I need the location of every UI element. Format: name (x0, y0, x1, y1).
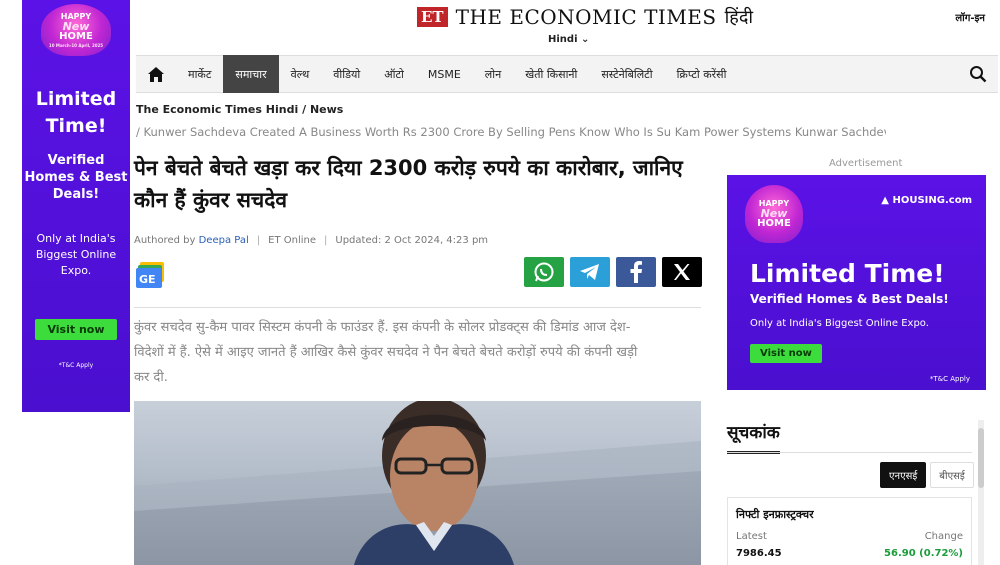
badge-line-2: New (62, 19, 90, 33)
indices-title: सूचकांक (727, 420, 780, 454)
home-button[interactable] (136, 56, 176, 92)
authored-by-label: Authored by (134, 235, 196, 246)
indices-scrollbar[interactable] (978, 420, 984, 565)
byline-divider: | (256, 235, 261, 246)
ad-expo-text: Only at India's Biggest Online Expo. (750, 318, 929, 329)
breadcrumb-slug: Kunwer Sachdeva Created A Business Worth… (143, 125, 886, 139)
chevron-down-icon: ⌄ (581, 34, 590, 45)
happy-new-home-logo: HAPPY New HOME 10 March-10 April, 2025 (41, 4, 111, 56)
facebook-share-button[interactable] (616, 257, 656, 287)
edition-selector[interactable]: Hindi ⌄ (548, 34, 589, 45)
nav-item-farming[interactable]: खेती किसानी (513, 55, 589, 93)
ad-subline: Verified Homes & Best Deals! (750, 292, 949, 306)
logo-wordmark: THE ECONOMIC TIMES (455, 5, 717, 29)
share-buttons (524, 257, 702, 287)
article-photo (134, 401, 701, 565)
indices-exchange-tabs: एनएसई बीएसई (880, 462, 974, 488)
breadcrumb: The Economic Times Hindi / News (136, 103, 343, 116)
housing-brand-name: HOUSING.com (892, 195, 972, 206)
login-link[interactable]: लॉग-इन (955, 10, 985, 24)
article-byline: Authored by Deepa Pal | ET Online | Upda… (134, 235, 488, 246)
nav-item-auto[interactable]: ऑटो (372, 55, 416, 93)
breadcrumb-section[interactable]: News (310, 103, 343, 116)
index-card[interactable]: निफ्टी इनफ्रास्ट्रक्चर Latest Change 798… (727, 497, 972, 565)
facebook-icon (630, 261, 642, 283)
tab-bse[interactable]: बीएसई (930, 462, 974, 488)
change-value: 56.90 (0.72%) (884, 548, 963, 559)
nav-item-sustainability[interactable]: सस्टेनेबिलिटी (589, 55, 664, 93)
ad-headline: Limited Time! (35, 88, 117, 137)
telegram-icon (580, 264, 599, 280)
nav-item-news[interactable]: समाचार (223, 55, 279, 93)
article-updated: Updated: 2 Oct 2024, 4:23 pm (335, 235, 489, 246)
breadcrumb-separator: / (302, 103, 307, 116)
svg-text:GE: GE (139, 273, 156, 286)
housing-icon: ▲ (881, 195, 889, 206)
article-photo-portrait (134, 401, 701, 565)
google-news-icon[interactable]: GE (136, 262, 168, 288)
breadcrumb-site[interactable]: The Economic Times Hindi (136, 103, 298, 116)
x-share-button[interactable] (662, 257, 702, 287)
advertisement-label: Advertisement (829, 158, 903, 169)
badge-dates: 10 March-10 April, 2025 (48, 42, 104, 48)
search-button[interactable] (958, 56, 998, 92)
edition-label: Hindi (548, 34, 578, 45)
badge-line-2: New (760, 206, 788, 220)
latest-label: Latest (736, 531, 767, 542)
article-headline: पेन बेचते बेचते खड़ा कर दिया 2300 करोड़ … (134, 156, 683, 212)
author-link[interactable]: Deepa Pal (199, 235, 249, 246)
ad-expo-text: Only at India's Biggest Online Expo. (35, 232, 117, 277)
ad-headline: Limited Time! (750, 259, 945, 288)
nav-item-loan[interactable]: लोन (473, 55, 513, 93)
search-icon (970, 66, 987, 83)
nav-item-video[interactable]: वीडियो (321, 55, 372, 93)
change-label: Change (924, 531, 963, 542)
ad-subline: Verified Homes & Best Deals! (24, 153, 128, 202)
main-navigation: मार्केट समाचार वेल्थ वीडियो ऑटो MSME लोन… (136, 55, 998, 93)
badge-line-3: HOME (59, 30, 93, 42)
logo-hindi: हिंदी (724, 7, 754, 28)
scrollbar-thumb[interactable] (978, 428, 984, 488)
home-icon (148, 66, 164, 82)
ad-visit-now-button[interactable]: Visit now (35, 319, 117, 340)
telegram-share-button[interactable] (570, 257, 610, 287)
whatsapp-share-button[interactable] (524, 257, 564, 287)
page: HAPPY New HOME 10 March-10 April, 2025 L… (0, 0, 1000, 565)
nav-item-crypto[interactable]: क्रिप्टो करेंसी (665, 55, 739, 93)
article-divider (134, 307, 701, 308)
right-advertisement[interactable]: HAPPY New HOME ▲ HOUSING.com Limited Tim… (727, 175, 986, 390)
logo-et-mark: ET (417, 7, 448, 27)
left-advertisement[interactable]: HAPPY New HOME 10 March-10 April, 2025 L… (22, 0, 130, 412)
housing-brand-logo: ▲ HOUSING.com (881, 195, 972, 206)
index-name: निफ्टी इनफ्रास्ट्रक्चर (736, 508, 814, 521)
latest-value: 7986.45 (736, 548, 782, 559)
ad-terms: *T&C Apply (929, 375, 970, 383)
site-logo[interactable]: ET THE ECONOMIC TIMES हिंदी (417, 5, 753, 29)
indices-divider (727, 452, 972, 453)
happy-new-home-logo: HAPPY New HOME (745, 185, 803, 243)
whatsapp-icon (534, 262, 554, 282)
x-icon (674, 264, 690, 280)
tab-nse[interactable]: एनएसई (880, 462, 927, 488)
breadcrumb-current: / Kunwer Sachdeva Created A Business Wor… (136, 125, 886, 139)
badge-line-3: HOME (757, 217, 791, 229)
nav-item-wealth[interactable]: वेल्थ (279, 55, 322, 93)
nav-item-market[interactable]: मार्केट (176, 55, 223, 93)
breadcrumb-separator: / (136, 125, 144, 139)
ad-visit-now-button[interactable]: Visit now (750, 344, 822, 363)
byline-divider: | (324, 235, 328, 246)
article-source: ET Online (268, 235, 316, 246)
ad-terms: *T&C Apply (58, 362, 94, 369)
article-summary: कुंवर सचदेव सु-कैम पावर सिस्टम कंपनी के … (134, 320, 638, 385)
nav-item-msme[interactable]: MSME (416, 55, 473, 93)
